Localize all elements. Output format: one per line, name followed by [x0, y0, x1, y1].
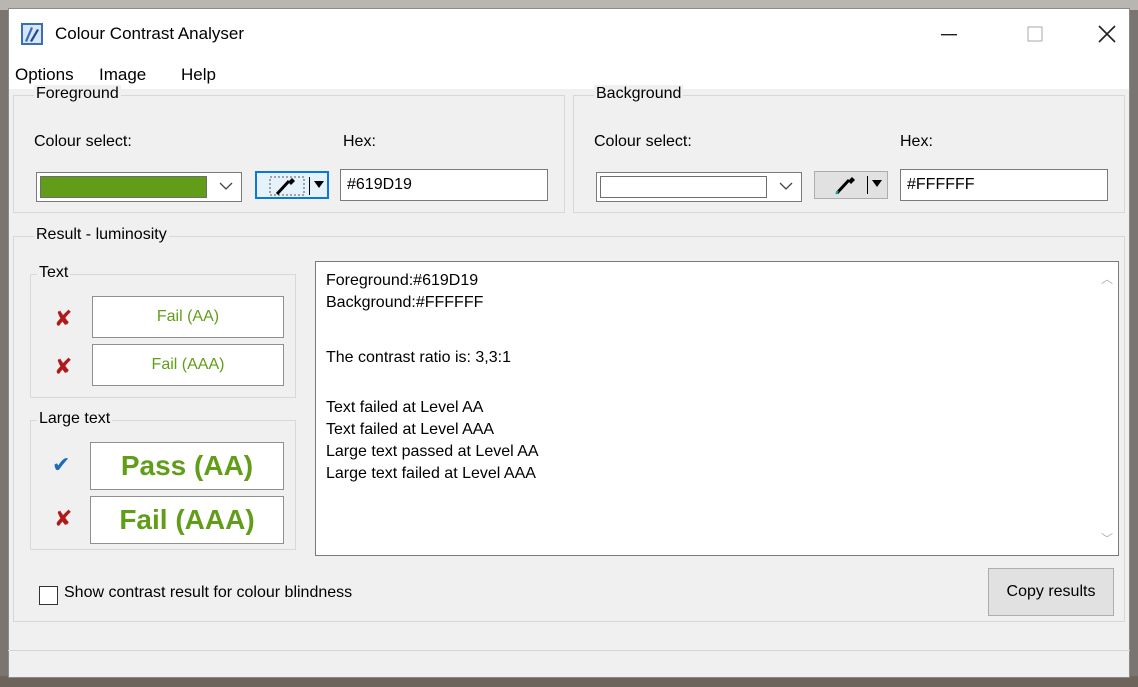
menu-help[interactable]: Help — [181, 65, 216, 85]
background-colour-select[interactable] — [596, 172, 802, 202]
report-line: Text failed at Level AAA — [326, 421, 495, 438]
foreground-colour-select[interactable] — [36, 172, 242, 202]
report-line: Text failed at Level AA — [326, 399, 484, 416]
large-text-aa-result: Pass (AA) — [90, 442, 284, 490]
menu-bar: Options Image Help — [9, 59, 1129, 89]
background-eyedropper-button[interactable] — [814, 171, 888, 199]
colour-blindness-checkbox[interactable] — [39, 586, 58, 605]
dropdown-arrow-icon — [314, 181, 324, 188]
report-line: Background:#FFFFFF — [326, 294, 484, 311]
copy-results-button[interactable]: Copy results — [988, 568, 1114, 616]
eyedropper-icon — [269, 176, 305, 196]
foreground-colour-select-label: Colour select: — [34, 133, 132, 150]
cross-icon: ✘ — [54, 506, 73, 531]
title-bar: Colour Contrast Analyser — [9, 9, 1129, 59]
dropdown-arrow-icon — [872, 180, 882, 187]
cross-icon: ✘ — [54, 354, 73, 379]
background-group-label: Background — [594, 85, 684, 103]
background-colour-select-label: Colour select: — [594, 133, 692, 150]
large-text-aaa-result: Fail (AAA) — [90, 496, 284, 544]
maximize-button[interactable] — [1007, 9, 1063, 59]
eyedropper-icon — [835, 177, 855, 195]
background-hex-input[interactable] — [900, 169, 1108, 201]
status-bar-divider — [8, 650, 1130, 651]
window-title: Colour Contrast Analyser — [55, 24, 244, 43]
maximize-icon — [1027, 26, 1043, 42]
checkmark-icon: ✔ — [52, 452, 71, 477]
foreground-hex-label: Hex: — [343, 133, 376, 150]
text-aaa-result: Fail (AAA) — [92, 344, 284, 386]
result-group-label: Result - luminosity — [34, 226, 169, 244]
close-icon — [1098, 25, 1116, 43]
colour-blindness-checkbox-label[interactable]: Show contrast result for colour blindnes… — [64, 584, 352, 602]
report-line: The contrast ratio is: 3,3:1 — [326, 349, 511, 366]
minimize-icon — [941, 34, 957, 36]
results-report-textarea[interactable]: Foreground:#619D19 Background:#FFFFFF Th… — [315, 261, 1119, 556]
scroll-down-icon[interactable]: ﹀ — [1101, 530, 1113, 547]
background-hex-label: Hex: — [900, 133, 933, 150]
report-line: Foreground:#619D19 — [326, 272, 479, 289]
large-text-group-label: Large text — [37, 410, 113, 428]
text-aa-result: Fail (AA) — [92, 296, 284, 338]
chevron-down-icon — [779, 182, 793, 190]
report-line: Large text passed at Level AA — [326, 443, 539, 460]
chevron-down-icon — [219, 182, 233, 190]
report-line: Large text failed at Level AAA — [326, 465, 536, 482]
close-button[interactable] — [1079, 9, 1135, 59]
cross-icon: ✘ — [54, 306, 73, 331]
menu-options[interactable]: Options — [15, 65, 74, 85]
foreground-eyedropper-button[interactable] — [255, 171, 329, 199]
menu-image[interactable]: Image — [99, 65, 146, 85]
scroll-up-icon[interactable]: ︿ — [1101, 270, 1113, 287]
foreground-group-label: Foreground — [34, 85, 121, 103]
app-icon — [21, 23, 43, 45]
text-group-label: Text — [37, 264, 71, 282]
minimize-button[interactable] — [921, 9, 977, 59]
foreground-hex-input[interactable] — [340, 169, 548, 201]
foreground-swatch — [40, 176, 207, 198]
report-scrollbar[interactable]: ︿ ﹀ — [1096, 262, 1118, 555]
background-swatch — [600, 176, 767, 198]
